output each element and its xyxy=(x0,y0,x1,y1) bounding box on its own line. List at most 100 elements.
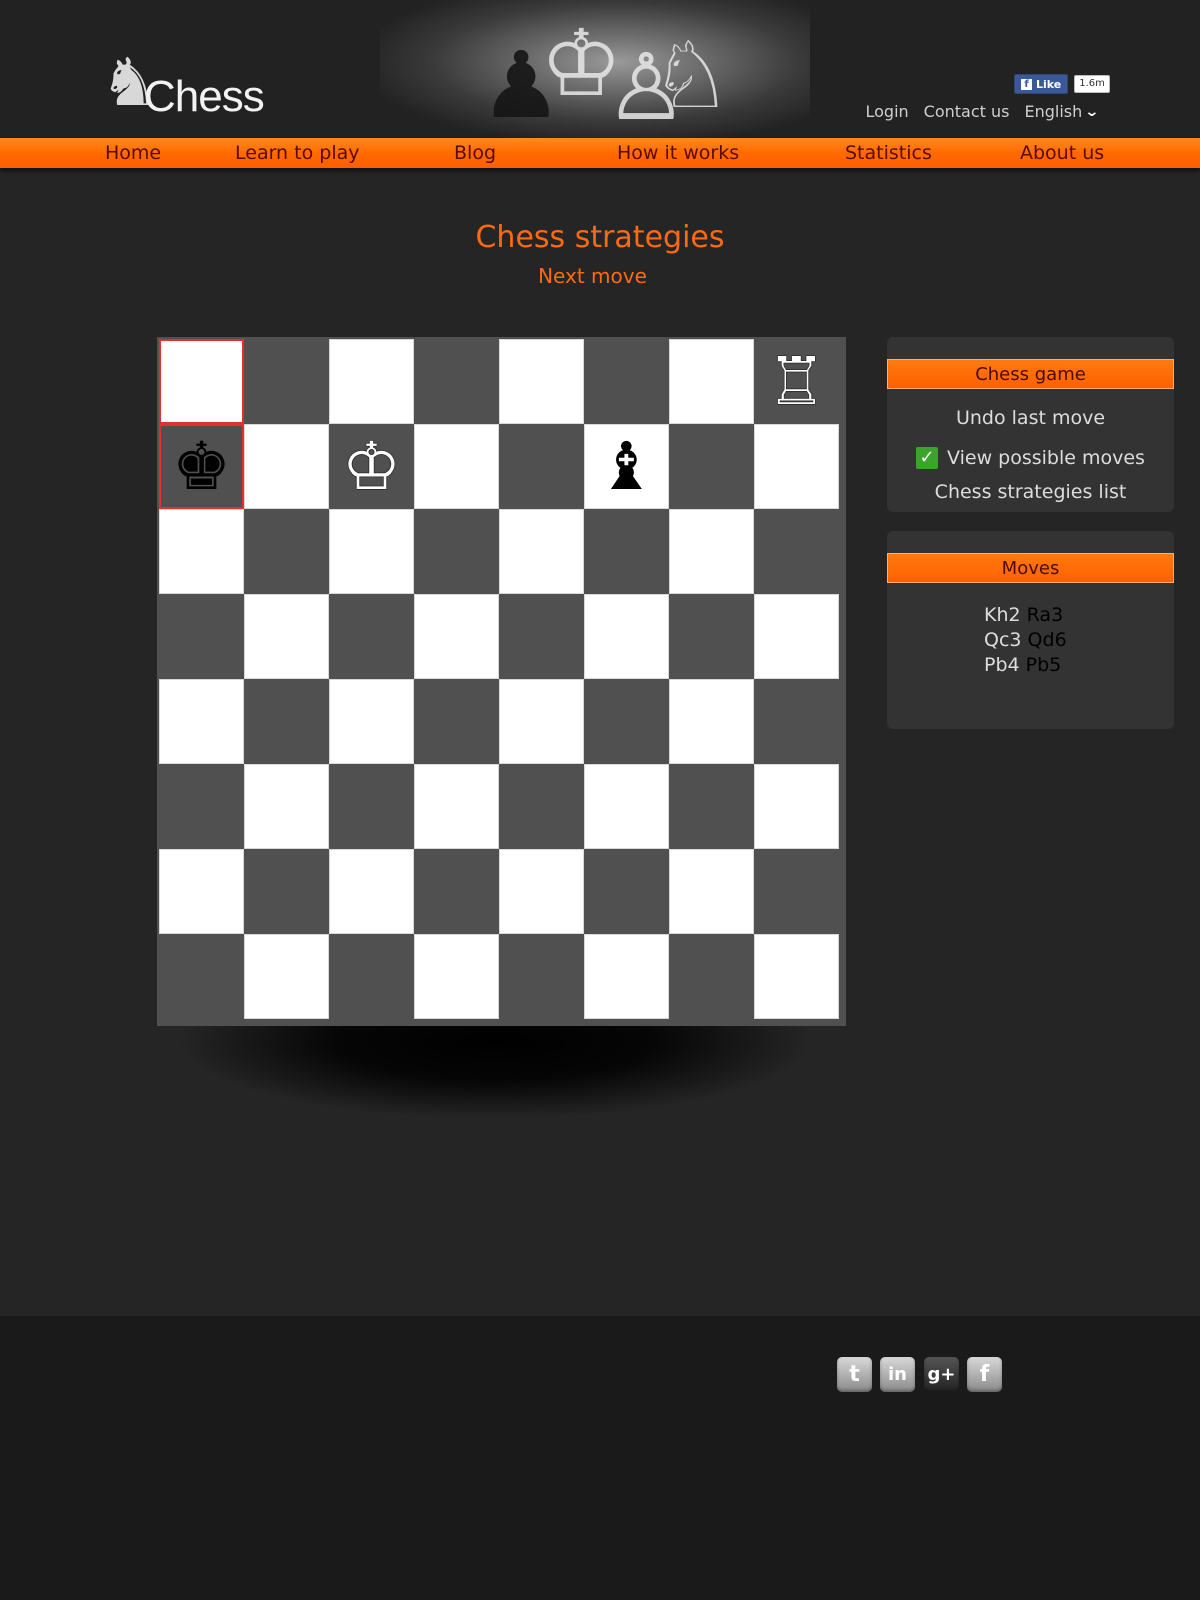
square-e4[interactable] xyxy=(499,679,584,764)
square-d8[interactable] xyxy=(414,339,499,424)
chess-game-panel-title: Chess game xyxy=(887,359,1174,389)
square-d2[interactable] xyxy=(414,849,499,934)
square-f8[interactable] xyxy=(584,339,669,424)
language-selector[interactable]: English ⌄ xyxy=(1024,102,1099,121)
square-f6[interactable] xyxy=(584,509,669,594)
square-c1[interactable] xyxy=(329,934,414,1019)
facebook-icon[interactable]: f xyxy=(967,1357,1002,1392)
facebook-like-button[interactable]: f Like xyxy=(1014,74,1069,94)
square-c2[interactable] xyxy=(329,849,414,934)
square-b6[interactable] xyxy=(244,509,329,594)
view-possible-moves-toggle[interactable]: ✓ View possible moves xyxy=(887,447,1174,469)
square-f5[interactable] xyxy=(584,594,669,679)
square-d4[interactable] xyxy=(414,679,499,764)
square-d3[interactable] xyxy=(414,764,499,849)
nav-how-it-works[interactable]: How it works xyxy=(617,142,739,164)
chess-board[interactable]: ♖ ♚ ♔ ♝ xyxy=(157,337,846,1026)
google-plus-icon[interactable]: g+ xyxy=(924,1357,959,1392)
square-f7[interactable]: ♝ xyxy=(584,424,669,509)
square-a8[interactable] xyxy=(159,339,244,424)
square-b1[interactable] xyxy=(244,934,329,1019)
nav-learn-to-play[interactable]: Learn to play xyxy=(235,142,359,164)
nav-home[interactable]: Home xyxy=(105,142,161,164)
square-b7[interactable] xyxy=(244,424,329,509)
square-h1[interactable] xyxy=(754,934,839,1019)
move-row: Pb4 Pb5 xyxy=(984,653,1067,678)
square-e7[interactable] xyxy=(499,424,584,509)
undo-last-move-button[interactable]: Undo last move xyxy=(887,407,1174,429)
site-logo[interactable]: ♞ Chess xyxy=(100,50,270,122)
nav-blog[interactable]: Blog xyxy=(454,142,496,164)
square-a1[interactable] xyxy=(159,934,244,1019)
square-a7[interactable]: ♚ xyxy=(159,424,244,509)
square-f2[interactable] xyxy=(584,849,669,934)
square-h3[interactable] xyxy=(754,764,839,849)
square-h4[interactable] xyxy=(754,679,839,764)
twitter-icon[interactable]: t xyxy=(837,1357,872,1392)
square-f4[interactable] xyxy=(584,679,669,764)
linkedin-icon[interactable]: in xyxy=(880,1357,915,1392)
square-g7[interactable] xyxy=(669,424,754,509)
white-rook-icon[interactable]: ♖ xyxy=(754,339,839,424)
moves-panel: Moves Kh2 Ra3 Qc3 Qd6 Pb4 Pb5 xyxy=(887,531,1174,729)
square-b5[interactable] xyxy=(244,594,329,679)
chess-strategies-list-link[interactable]: Chess strategies list xyxy=(887,481,1174,503)
square-b2[interactable] xyxy=(244,849,329,934)
square-g8[interactable] xyxy=(669,339,754,424)
contact-us-link[interactable]: Contact us xyxy=(924,102,1010,121)
square-e6[interactable] xyxy=(499,509,584,594)
square-c8[interactable] xyxy=(329,339,414,424)
moves-list: Kh2 Ra3 Qc3 Qd6 Pb4 Pb5 xyxy=(984,603,1067,678)
square-d1[interactable] xyxy=(414,934,499,1019)
facebook-icon: f xyxy=(1021,78,1032,90)
nav-about-us[interactable]: About us xyxy=(1020,142,1104,164)
square-d6[interactable] xyxy=(414,509,499,594)
white-move: Qc3 xyxy=(984,629,1022,651)
square-g2[interactable] xyxy=(669,849,754,934)
square-g4[interactable] xyxy=(669,679,754,764)
square-d5[interactable] xyxy=(414,594,499,679)
square-c3[interactable] xyxy=(329,764,414,849)
square-g6[interactable] xyxy=(669,509,754,594)
square-a5[interactable] xyxy=(159,594,244,679)
square-g5[interactable] xyxy=(669,594,754,679)
square-b3[interactable] xyxy=(244,764,329,849)
checkbox-checked-icon[interactable]: ✓ xyxy=(916,447,939,469)
white-king-icon[interactable]: ♔ xyxy=(329,424,414,509)
nav-statistics[interactable]: Statistics xyxy=(845,142,932,164)
square-e8[interactable] xyxy=(499,339,584,424)
square-e3[interactable] xyxy=(499,764,584,849)
square-a4[interactable] xyxy=(159,679,244,764)
square-c4[interactable] xyxy=(329,679,414,764)
square-f1[interactable] xyxy=(584,934,669,1019)
square-f3[interactable] xyxy=(584,764,669,849)
square-a2[interactable] xyxy=(159,849,244,934)
site-header: ♟ ♔ ♙ ♘ ♞ Chess f Like 1.6m Login Contac… xyxy=(0,0,1200,138)
login-link[interactable]: Login xyxy=(866,102,909,121)
square-h5[interactable] xyxy=(754,594,839,679)
moves-panel-title: Moves xyxy=(887,553,1174,583)
square-e5[interactable] xyxy=(499,594,584,679)
square-a6[interactable] xyxy=(159,509,244,594)
square-h2[interactable] xyxy=(754,849,839,934)
square-h8[interactable]: ♖ xyxy=(754,339,839,424)
square-g1[interactable] xyxy=(669,934,754,1019)
square-a3[interactable] xyxy=(159,764,244,849)
site-footer xyxy=(0,1316,1200,1600)
black-bishop-icon[interactable]: ♝ xyxy=(585,425,668,508)
square-h6[interactable] xyxy=(754,509,839,594)
white-move: Pb4 xyxy=(984,654,1020,676)
square-b8[interactable] xyxy=(244,339,329,424)
square-d7[interactable] xyxy=(414,424,499,509)
square-c5[interactable] xyxy=(329,594,414,679)
square-g3[interactable] xyxy=(669,764,754,849)
square-b4[interactable] xyxy=(244,679,329,764)
black-move: Pb5 xyxy=(1025,654,1062,676)
facebook-like-widget[interactable]: f Like 1.6m xyxy=(1014,74,1110,94)
square-h7[interactable] xyxy=(754,424,839,509)
square-e1[interactable] xyxy=(499,934,584,1019)
square-c7[interactable]: ♔ xyxy=(329,424,414,509)
square-e2[interactable] xyxy=(499,849,584,934)
black-king-icon[interactable]: ♚ xyxy=(161,426,242,507)
square-c6[interactable] xyxy=(329,509,414,594)
